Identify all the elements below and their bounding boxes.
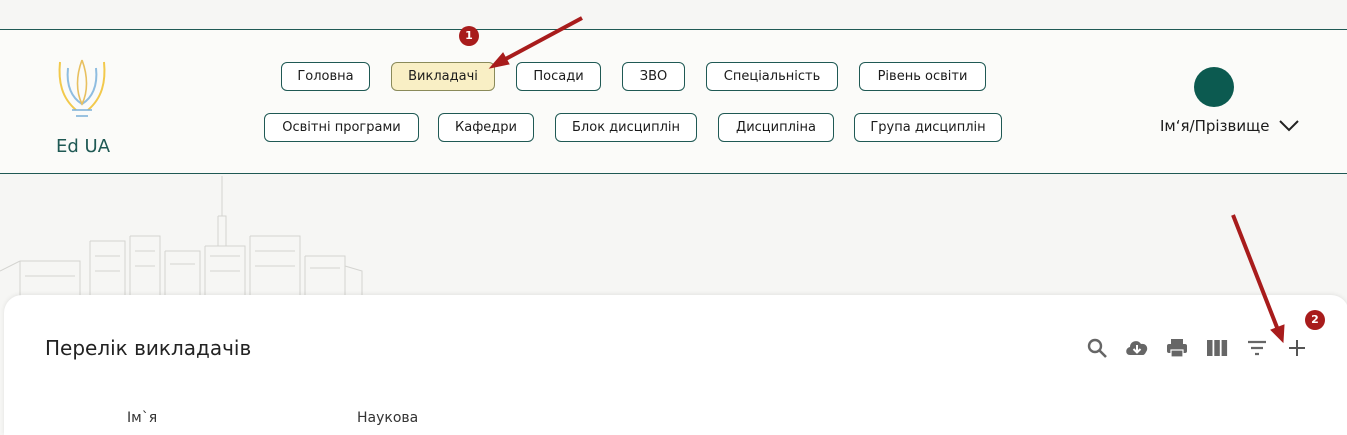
- nav-dystsyplina[interactable]: Дисципліна: [718, 113, 834, 142]
- add-icon[interactable]: [1285, 336, 1309, 360]
- filter-icon[interactable]: [1245, 336, 1269, 360]
- nav-specialnist[interactable]: Спеціальність: [706, 62, 838, 91]
- nav-riven-osvity[interactable]: Рівень освіти: [859, 62, 986, 91]
- column-header-name[interactable]: Ім`я: [127, 410, 157, 426]
- city-skyline-illustration: [0, 176, 363, 301]
- annotation-badge-1: 1: [459, 26, 479, 46]
- top-header: [0, 29, 1347, 174]
- nav-golovna[interactable]: Головна: [281, 62, 370, 91]
- chevron-down-icon[interactable]: [1278, 117, 1300, 133]
- nav-blok-dystsyplin[interactable]: Блок дисциплін: [555, 113, 697, 142]
- nav-vykladachi[interactable]: Викладачі: [391, 62, 495, 91]
- brand-name: Ed UA: [56, 136, 111, 157]
- annotation-badge-2: 2: [1305, 310, 1325, 330]
- nav-zvo[interactable]: ЗВО: [622, 62, 685, 91]
- column-header-degree[interactable]: Наукова: [357, 410, 418, 426]
- download-icon[interactable]: [1124, 336, 1150, 360]
- nav-kafedry[interactable]: Кафедри: [438, 113, 534, 142]
- nav-osvitni-programy[interactable]: Освітні програми: [264, 113, 419, 142]
- avatar[interactable]: [1194, 67, 1234, 107]
- columns-icon[interactable]: [1205, 336, 1229, 360]
- user-name[interactable]: Ім‘я/Прізвище: [1160, 117, 1269, 135]
- nav-posady[interactable]: Посади: [516, 62, 601, 91]
- trident-logo-icon: [58, 59, 106, 117]
- print-icon[interactable]: [1165, 336, 1189, 360]
- page-title: Перелік викладачів: [45, 336, 252, 360]
- nav-hrupa-dystsyplin[interactable]: Група дисциплін: [854, 113, 1002, 142]
- search-icon[interactable]: [1085, 336, 1109, 360]
- teachers-card: [4, 295, 1347, 435]
